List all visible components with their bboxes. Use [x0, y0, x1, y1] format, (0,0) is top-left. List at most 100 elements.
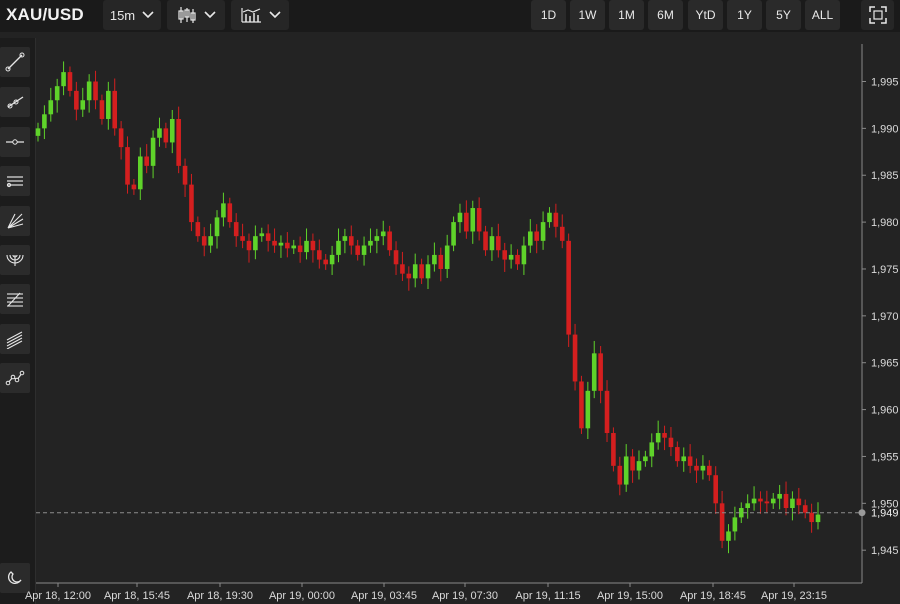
candle-body [246, 240, 252, 251]
x-tick-label: Apr 18, 12:00 [25, 590, 91, 602]
y-tick-label: 1,975 [871, 264, 899, 276]
y-tick-label: 1,985 [871, 170, 899, 182]
candle-body [144, 156, 149, 166]
candle-body [559, 226, 565, 241]
candle-body [137, 156, 143, 190]
candle-body [189, 184, 194, 223]
x-tick-label: Apr 19, 23:15 [761, 590, 827, 602]
candle-body [527, 231, 533, 246]
candle-body [815, 514, 821, 523]
candle-body [611, 433, 616, 466]
y-tick-label: 1,990 [871, 123, 899, 135]
candle-body [233, 222, 239, 237]
x-tick-label: Apr 19, 03:45 [351, 590, 417, 602]
y-tick-label: 1,945 [871, 545, 899, 557]
candle-body [508, 254, 514, 260]
candle-body [623, 456, 629, 485]
candle-body [61, 72, 66, 87]
candle-body [93, 81, 98, 101]
candle-body [694, 465, 699, 471]
candle-body [476, 208, 482, 232]
candle-body [707, 465, 712, 476]
candle-body [796, 498, 802, 506]
candle-body [355, 245, 360, 255]
candle-body [157, 128, 162, 138]
candle-body [348, 236, 354, 246]
candle-body [604, 390, 610, 434]
candle-body [419, 264, 424, 279]
candle-body [719, 503, 725, 541]
candle-body [285, 242, 290, 249]
candle-body [598, 353, 603, 391]
candle-body [457, 212, 463, 223]
candle-body [329, 254, 335, 265]
candle-body [253, 236, 258, 251]
y-tick-label: 1,980 [871, 217, 899, 229]
candle-body [438, 254, 444, 269]
candle-body [67, 72, 73, 91]
candle-body [278, 242, 284, 246]
candles [35, 61, 821, 554]
candle-body [374, 236, 380, 241]
candle-body [380, 231, 386, 237]
candle-body [125, 147, 130, 185]
candle-body [764, 501, 770, 504]
candle-body [74, 90, 79, 110]
candle-body [112, 90, 118, 129]
candle-body [163, 128, 169, 143]
candle-body [214, 217, 220, 237]
candle-body [553, 212, 559, 227]
price-axis: 1,995 1,990 1,985 1,980 1,975 1,970 1,965 1,960… [861, 44, 899, 583]
candle-body [432, 254, 437, 265]
candle-body [662, 433, 667, 438]
candle-body [342, 236, 348, 241]
candle-body [470, 208, 476, 232]
x-tick-label: Apr 19, 18:45 [680, 590, 746, 602]
x-tick-label: Apr 19, 07:30 [432, 590, 498, 602]
y-tick-label: 1,955 [871, 451, 899, 463]
candle-body [317, 250, 322, 260]
y-tick-label: 1,965 [871, 358, 899, 370]
candle-body [713, 475, 719, 504]
candle-body [304, 240, 309, 253]
candle-body [496, 236, 501, 251]
candle-body [732, 517, 738, 532]
candle-body [726, 531, 731, 541]
candle-body [521, 245, 527, 265]
candle-body [790, 498, 795, 509]
candle-body [118, 128, 124, 148]
candle-body [106, 90, 111, 119]
x-tick-label: Apr 19, 00:00 [269, 590, 335, 602]
candle-body [515, 254, 520, 265]
x-tick-label: Apr 18, 19:30 [187, 590, 253, 602]
candle-body [131, 184, 137, 190]
candle-body [80, 100, 86, 110]
candle-body [42, 114, 47, 129]
candle-body [99, 100, 105, 119]
y-tick-label: 1,995 [871, 76, 899, 88]
candle-body [745, 503, 750, 509]
candle-body [169, 118, 175, 143]
candle-body [195, 222, 201, 237]
candle-body [54, 86, 60, 101]
candle-body [272, 240, 277, 246]
x-tick-label: Apr 19, 15:00 [597, 590, 663, 602]
last-price-label: 1,949 [871, 508, 899, 520]
y-tick-label: 1,960 [871, 405, 899, 417]
candle-body [336, 240, 341, 255]
candle-body [681, 456, 687, 462]
candle-body [150, 137, 156, 166]
candle-body [361, 245, 367, 255]
candle-body [387, 231, 392, 251]
candle-body [751, 498, 757, 504]
price-chart[interactable]: 1,995 1,990 1,985 1,980 1,975 1,970 1,965 1,960… [0, 0, 900, 604]
x-tick-label: Apr 18, 15:45 [104, 590, 170, 602]
candle-body [451, 222, 456, 246]
candle-body [617, 465, 623, 485]
last-price-marker [858, 509, 866, 517]
candle-body [649, 442, 655, 457]
candle-body [221, 203, 226, 218]
candle-body [534, 231, 539, 241]
candle-body [687, 456, 693, 466]
candle-body [668, 437, 674, 448]
